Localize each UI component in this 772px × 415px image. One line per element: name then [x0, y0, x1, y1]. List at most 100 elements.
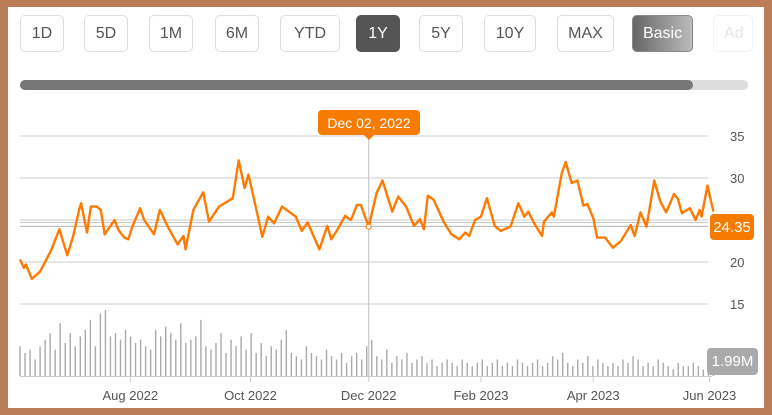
volume-bar: [632, 356, 634, 376]
volume-bar: [637, 359, 639, 376]
x-tick-label: Aug 2022: [102, 388, 158, 403]
x-tick-label: Jun 2023: [683, 388, 737, 403]
volume-bar: [124, 329, 127, 376]
volume-bar: [225, 352, 227, 376]
y-tick-label: 15: [730, 297, 744, 312]
volume-bar: [275, 349, 277, 376]
volume-bar: [270, 346, 272, 376]
volume-bar: [255, 352, 257, 376]
volume-bar: [69, 333, 71, 376]
volume-bar: [677, 362, 679, 376]
volume-bar: [587, 356, 589, 376]
volume-bar: [461, 359, 463, 376]
volume-bar: [702, 369, 705, 376]
volume-bar: [345, 362, 348, 376]
volume-bar: [597, 359, 599, 376]
volume-bar: [481, 359, 483, 376]
volume-bar: [612, 362, 614, 376]
volume-bar: [486, 366, 489, 376]
volume-bar: [190, 339, 192, 376]
volume-bar: [381, 359, 383, 376]
volume-bar: [401, 359, 403, 376]
volume-bar: [567, 362, 569, 376]
volume-bar: [360, 359, 363, 376]
volume-bar: [315, 356, 318, 376]
volume-bar: [577, 359, 579, 376]
volume-bar: [647, 362, 649, 376]
volume-bar: [185, 343, 187, 376]
volume-bar: [516, 359, 519, 376]
volume-bar: [335, 359, 338, 376]
volume-bar: [54, 349, 56, 376]
volume-bar: [396, 356, 398, 376]
volume-bar: [657, 359, 659, 376]
volume-bar: [195, 336, 197, 376]
volume-bar: [496, 359, 499, 376]
volume-bar: [546, 362, 549, 376]
volume-bar: [265, 356, 267, 376]
volume-bar: [692, 362, 695, 376]
volume-bar: [119, 339, 122, 376]
last-volume-label: 1.99M: [707, 348, 758, 375]
volume-bar: [104, 310, 107, 376]
volume-bar: [320, 359, 323, 376]
volume-bar: [64, 343, 66, 376]
volume-bar: [109, 336, 112, 376]
volume-bar: [300, 359, 303, 376]
volume-bar: [305, 346, 308, 376]
volume-bar: [129, 336, 132, 376]
volume-bar: [366, 346, 368, 376]
volume-bar: [662, 362, 664, 376]
volume-bar: [34, 359, 36, 376]
crosshair-point: [365, 223, 372, 230]
volume-bar: [416, 359, 418, 376]
volume-bar: [441, 362, 443, 376]
volume-bar: [501, 366, 504, 376]
volume-bar: [240, 336, 242, 376]
volume-bar: [526, 366, 529, 376]
volume-bar: [330, 356, 333, 376]
y-tick-label: 35: [730, 129, 744, 144]
volume-bar: [280, 339, 282, 376]
volume-bar: [159, 336, 162, 376]
volume-bar: [511, 366, 514, 376]
x-tick-label: Dec 2022: [341, 388, 397, 403]
volume-bar: [74, 346, 76, 376]
volume-bar: [391, 362, 393, 376]
volume-bar: [607, 366, 609, 376]
volume-bar: [406, 352, 408, 376]
volume-bar: [622, 359, 624, 376]
volume-bar: [451, 362, 453, 376]
volume-bar: [652, 366, 654, 376]
x-tick-label: Oct 2022: [224, 388, 277, 403]
crosshair-date-tooltip: Dec 02, 2022: [318, 110, 420, 140]
volume-bar: [139, 339, 142, 376]
volume-bar: [175, 339, 177, 376]
volume-bar: [642, 366, 644, 376]
volume-bar: [471, 366, 473, 376]
x-tick-label: Apr 2023: [567, 388, 620, 403]
volume-bar: [24, 352, 26, 376]
volume-bar: [672, 369, 674, 376]
price-chart[interactable]: 15 20 30 35 Aug 2022 Oct 2022 Dec 2022 Feb 2023…: [0, 0, 772, 415]
volume-bar: [682, 366, 684, 376]
volume-bar: [350, 356, 353, 376]
volume-bar: [149, 349, 152, 376]
volume-bar: [617, 366, 619, 376]
volume-bar: [551, 356, 554, 376]
volume-bar: [386, 349, 388, 376]
volume-bar: [446, 359, 448, 376]
volume-bar: [456, 366, 458, 376]
volume-bar: [235, 346, 237, 376]
volume-bar: [572, 366, 574, 376]
volume-bar: [506, 362, 509, 376]
last-price-label: 24.35: [710, 214, 754, 240]
volume-bar: [582, 362, 584, 376]
volume-bar: [376, 356, 378, 376]
volume-bar: [260, 343, 262, 376]
volume-bar: [556, 359, 559, 376]
volume-bar: [325, 349, 328, 376]
volume-bar: [541, 366, 544, 376]
volume-bar: [19, 346, 21, 376]
volume-bar: [355, 352, 358, 376]
